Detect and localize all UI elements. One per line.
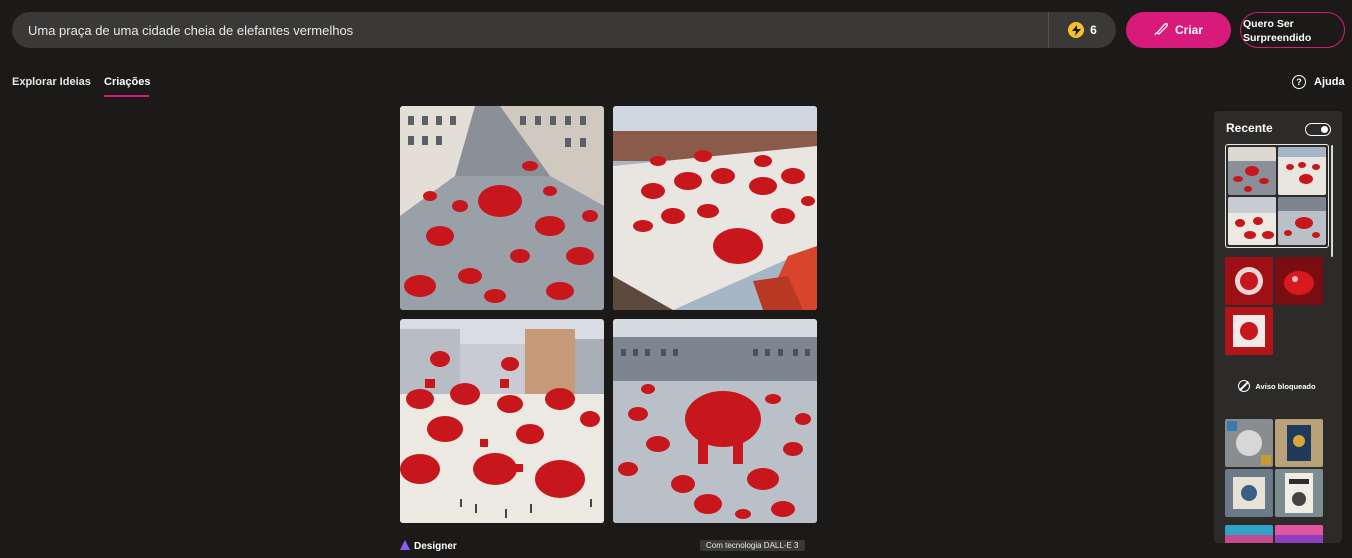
recent-group-current[interactable] [1225, 144, 1329, 248]
prohibited-icon [1238, 380, 1251, 392]
powered-by-badge: Com tecnologia DALL-E 3 [700, 540, 805, 551]
boost-count: 6 [1090, 23, 1097, 37]
surprise-me-button[interactable]: Quero Ser Surpreendido [1240, 12, 1345, 48]
designer-logo-icon [400, 540, 410, 553]
tab-creations[interactable]: Criações [104, 76, 150, 88]
active-tab-indicator [104, 95, 149, 97]
recent-group-2[interactable] [1225, 257, 1329, 355]
recent-thumb[interactable] [1278, 147, 1326, 195]
result-image-3[interactable] [400, 319, 604, 523]
recent-title: Recente [1226, 121, 1273, 135]
recent-scrollbar[interactable] [1331, 145, 1333, 257]
recent-thumb[interactable] [1278, 197, 1326, 245]
boost-counter[interactable]: 6 [1048, 12, 1116, 48]
designer-brand: Designer [400, 540, 457, 553]
recent-thumb[interactable] [1228, 147, 1276, 195]
help-button[interactable]: ? Ajuda [1292, 75, 1345, 89]
create-button[interactable]: Criar [1126, 12, 1231, 48]
tab-explore-ideas[interactable]: Explorar Ideias [12, 76, 91, 88]
blocked-label: Aviso bloqueado [1255, 381, 1316, 391]
designer-label: Designer [414, 541, 457, 552]
recent-thumb[interactable] [1225, 419, 1273, 467]
recent-thumb[interactable] [1275, 419, 1323, 467]
recent-panel: Recente Aviso bloqueado [1214, 111, 1342, 543]
brush-icon [1154, 22, 1168, 39]
recent-toggle[interactable] [1305, 123, 1331, 136]
recent-group-5[interactable] [1225, 525, 1329, 543]
recent-thumb[interactable] [1225, 469, 1273, 517]
recent-thumb[interactable] [1225, 257, 1273, 305]
question-circle-icon: ? [1292, 75, 1306, 89]
help-label: Ajuda [1314, 76, 1345, 88]
lightning-icon [1068, 22, 1085, 38]
surprise-label-line2: Surpreendido [1243, 31, 1312, 44]
result-image-4[interactable] [613, 319, 817, 523]
recent-thumb[interactable] [1275, 525, 1323, 543]
surprise-label-line1: Quero Ser [1243, 17, 1294, 30]
recent-thumb[interactable] [1225, 307, 1273, 355]
result-image-1[interactable] [400, 106, 604, 310]
recent-group-4[interactable] [1225, 419, 1329, 517]
prompt-bar: Uma praça de uma cidade cheia de elefant… [12, 12, 1116, 48]
result-image-2[interactable] [613, 106, 817, 310]
recent-thumb[interactable] [1275, 469, 1323, 517]
recent-thumb[interactable] [1225, 525, 1273, 543]
recent-thumb[interactable] [1228, 197, 1276, 245]
recent-thumb[interactable] [1275, 257, 1323, 305]
create-button-label: Criar [1174, 23, 1203, 37]
prompt-input[interactable]: Uma praça de uma cidade cheia de elefant… [12, 23, 1048, 38]
blocked-prompt-notice: Aviso bloqueado [1225, 361, 1329, 411]
